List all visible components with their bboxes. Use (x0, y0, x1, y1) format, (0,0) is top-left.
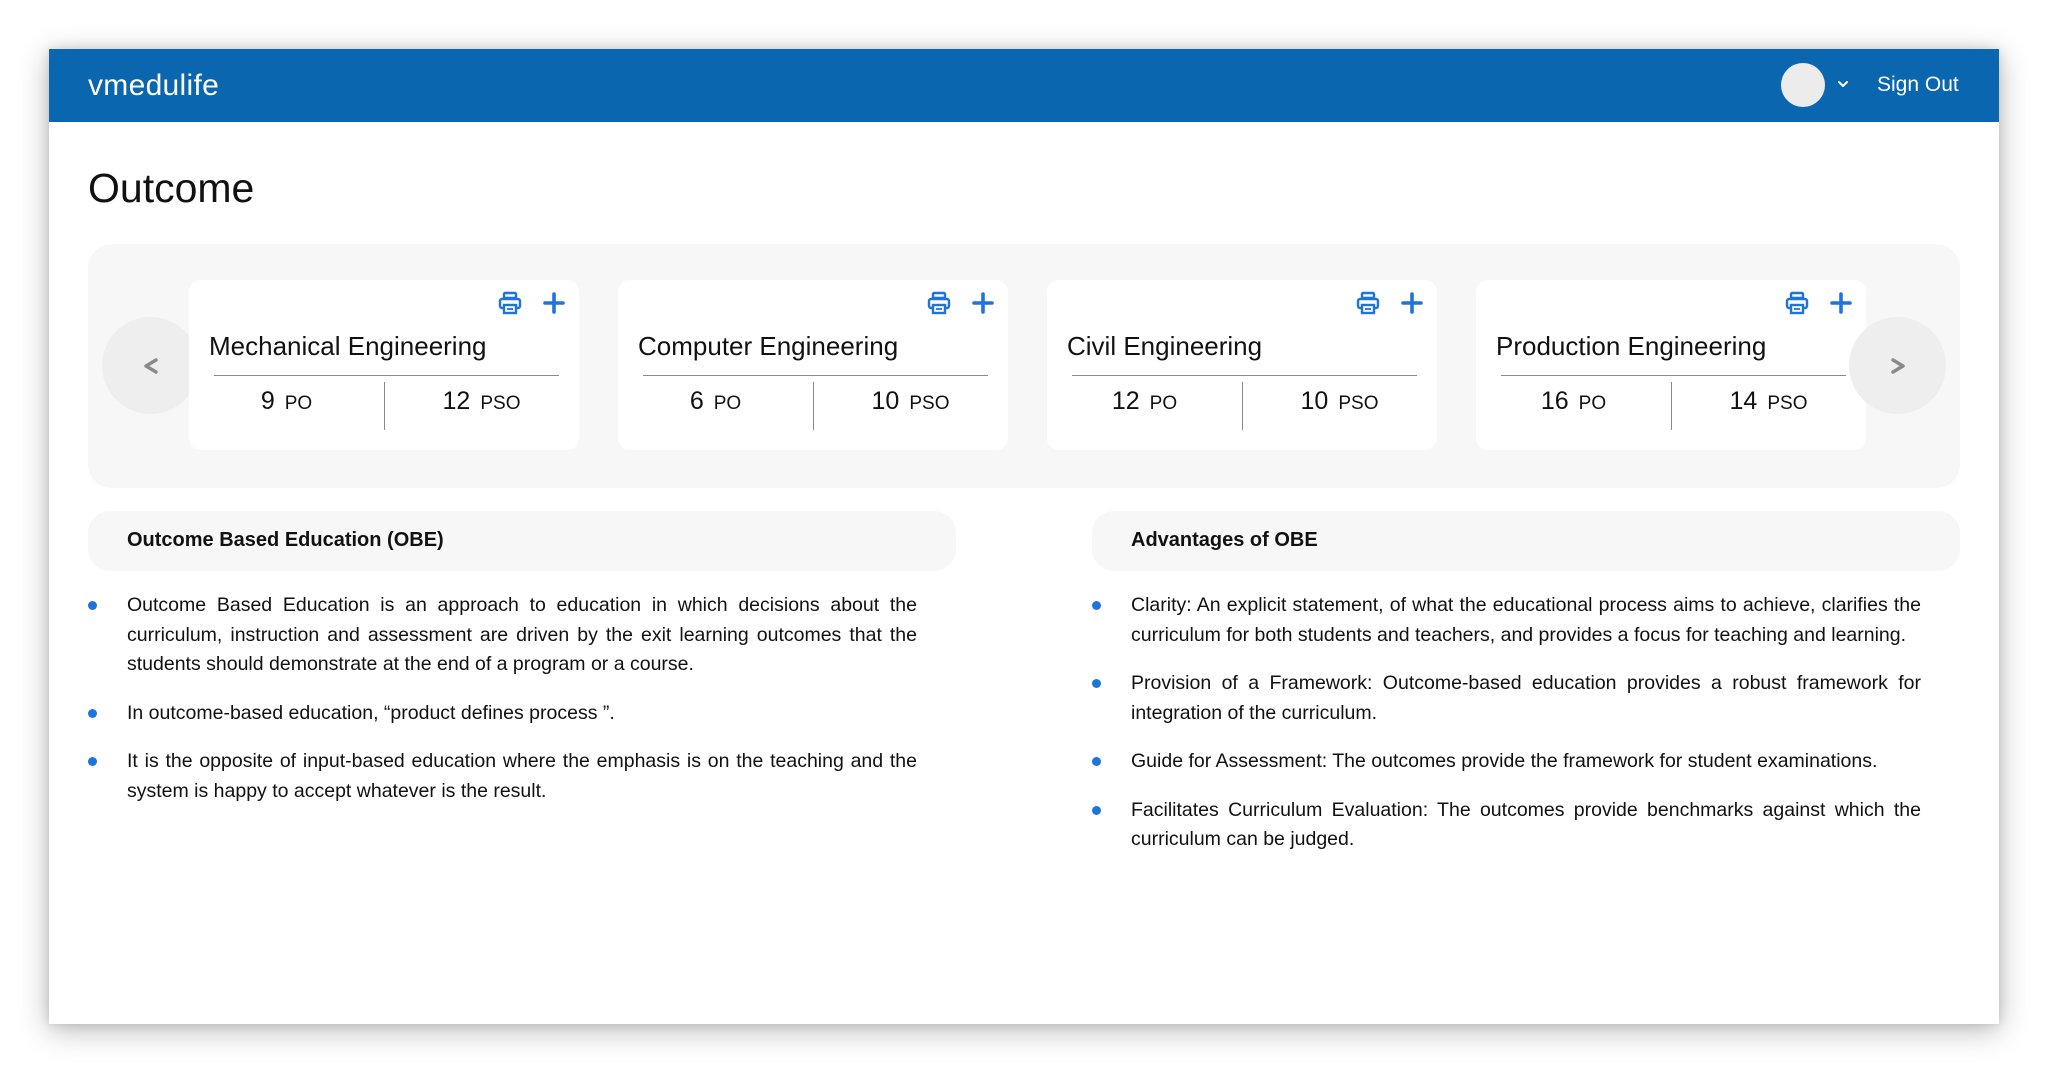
list-item: Provision of a Framework: Outcome-based … (1092, 669, 1921, 728)
print-icon[interactable] (497, 290, 523, 316)
bullet-icon (88, 708, 97, 718)
page-title: Outcome (88, 165, 255, 211)
add-icon[interactable] (1399, 290, 1425, 316)
program-card[interactable]: Production Engineering 16 PO 14 PSO (1476, 280, 1866, 450)
carousel-next-button[interactable] (1849, 317, 1946, 414)
advantages-section-header: Advantages of OBE (1092, 511, 1960, 571)
advantages-list: Clarity: An explicit statement, of what … (1092, 591, 1921, 874)
program-carousel: Mechanical Engineering 9 PO 12 PSO Compu… (88, 244, 1960, 488)
card-divider-line (214, 375, 559, 376)
print-icon[interactable] (1784, 290, 1810, 316)
pso-count: 12 PSO (442, 387, 521, 415)
bullet-icon (1092, 679, 1101, 688)
pso-count: 10 PSO (871, 387, 950, 415)
obe-list: Outcome Based Education is an approach t… (88, 591, 917, 825)
program-card[interactable]: Civil Engineering 12 PO 10 PSO (1047, 280, 1437, 450)
bullet-icon (88, 601, 97, 610)
program-card[interactable]: Computer Engineering 6 PO 10 PSO (618, 280, 1008, 450)
brand-logo[interactable]: vmedulife (88, 69, 219, 103)
pso-count: 14 PSO (1729, 387, 1808, 415)
card-divider-line (643, 375, 988, 376)
add-icon[interactable] (541, 290, 567, 316)
po-count: 9 PO (260, 387, 313, 415)
list-item: Facilitates Curriculum Evaluation: The o… (1092, 796, 1921, 855)
bullet-icon (1092, 805, 1101, 815)
bullet-icon (88, 757, 97, 766)
po-count: 16 PO (1540, 387, 1607, 415)
app-window: vmedulife Sign Out Outcome Mechanical En… (49, 49, 1999, 1024)
bullet-icon (1092, 601, 1101, 610)
list-item: Clarity: An explicit statement, of what … (1092, 591, 1921, 650)
section-title: Outcome Based Education (OBE) (127, 529, 444, 551)
po-count: 12 PO (1111, 387, 1178, 415)
sign-out-link[interactable]: Sign Out (1877, 73, 1959, 97)
chevron-down-icon[interactable] (1836, 77, 1850, 91)
add-icon[interactable] (1828, 290, 1854, 316)
program-title: Computer Engineering (638, 331, 899, 361)
program-title: Mechanical Engineering (209, 331, 487, 361)
bullet-icon (1092, 757, 1101, 766)
program-card[interactable]: Mechanical Engineering 9 PO 12 PSO (189, 280, 579, 450)
list-item: Guide for Assessment: The outcomes provi… (1092, 747, 1921, 777)
chevron-right-icon (1890, 357, 1905, 374)
chevron-left-icon (143, 357, 158, 374)
list-item: Outcome Based Education is an approach t… (88, 591, 917, 680)
print-icon[interactable] (1355, 290, 1381, 316)
list-item: It is the opposite of input-based educat… (88, 747, 917, 806)
card-divider-line (1501, 375, 1846, 376)
program-title: Production Engineering (1496, 331, 1767, 361)
program-title: Civil Engineering (1067, 331, 1263, 361)
add-icon[interactable] (970, 290, 996, 316)
user-avatar[interactable] (1781, 63, 1825, 107)
pso-count: 10 PSO (1300, 387, 1379, 415)
print-icon[interactable] (926, 290, 952, 316)
card-divider-line (1072, 375, 1417, 376)
section-title: Advantages of OBE (1131, 529, 1318, 551)
po-count: 6 PO (689, 387, 742, 415)
list-item: In outcome-based education, “product def… (88, 699, 917, 729)
carousel-prev-button[interactable] (102, 317, 199, 414)
obe-section-header: Outcome Based Education (OBE) (88, 511, 956, 571)
top-navbar: vmedulife Sign Out (49, 49, 1999, 122)
